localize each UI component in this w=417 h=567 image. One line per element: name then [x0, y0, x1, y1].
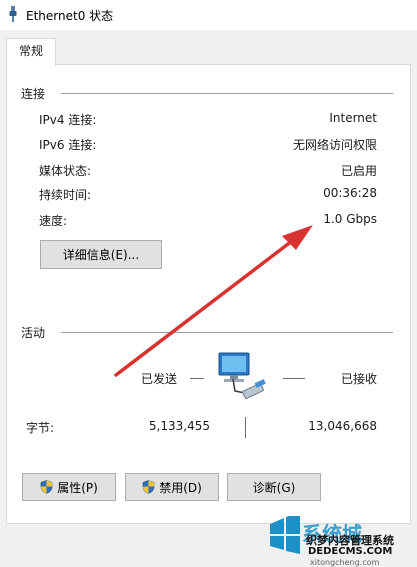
bytes-label: 字节: [26, 421, 55, 435]
shield-icon [142, 480, 155, 494]
details-button[interactable]: 详细信息(E)... [40, 240, 162, 269]
activity-divider [61, 332, 393, 333]
activity-heading: 活动 [21, 326, 46, 340]
sent-label: 已发送 [141, 372, 178, 386]
window-title: Ethernet0 状态 [26, 9, 114, 23]
ipv4-value: Internet [329, 111, 377, 125]
watermark-line3: xitongcheng.com [310, 558, 380, 567]
received-dash [283, 378, 305, 379]
watermark: 系统城 织梦内容管理系统 DEDECMS.COM xitongcheng.com [258, 516, 417, 567]
received-label: 已接收 [340, 372, 377, 386]
media-state-value: 已启用 [340, 164, 377, 178]
bytes-received-value: 13,046,668 [308, 419, 377, 433]
speed-label: 速度: [39, 214, 68, 228]
duration-label: 持续时间: [39, 188, 92, 202]
properties-button[interactable]: 属性(P) [22, 473, 116, 501]
ipv6-value: 无网络访问权限 [292, 138, 377, 152]
network-computer-icon [218, 352, 266, 399]
tab-general[interactable]: 常规 [6, 38, 56, 66]
disable-button[interactable]: 禁用(D) [125, 473, 219, 501]
sent-dash [190, 378, 204, 379]
speed-value: 1.0 Gbps [323, 212, 377, 226]
general-panel: 连接 IPv4 连接: Internet IPv6 连接: 无网络访问权限 媒体… [6, 64, 411, 524]
disable-button-label: 禁用(D) [159, 480, 202, 495]
network-cable-icon [9, 6, 17, 22]
duration-value: 00:36:28 [323, 186, 377, 200]
media-state-label: 媒体状态: [39, 164, 92, 178]
connection-divider [61, 93, 393, 94]
watermark-line2: DEDECMS.COM [308, 546, 393, 557]
bytes-sent-value: 5,133,455 [148, 419, 210, 433]
title-bar[interactable]: Ethernet0 状态 [0, 0, 417, 30]
connection-heading: 连接 [21, 87, 46, 101]
diagnose-button[interactable]: 诊断(G) [227, 473, 321, 501]
shield-icon [40, 480, 53, 494]
bytes-separator [245, 417, 246, 438]
properties-button-label: 属性(P) [57, 480, 98, 495]
ipv4-label: IPv4 连接: [39, 113, 97, 127]
ipv6-label: IPv6 连接: [39, 138, 97, 152]
watermark-logo-icon [270, 516, 300, 554]
